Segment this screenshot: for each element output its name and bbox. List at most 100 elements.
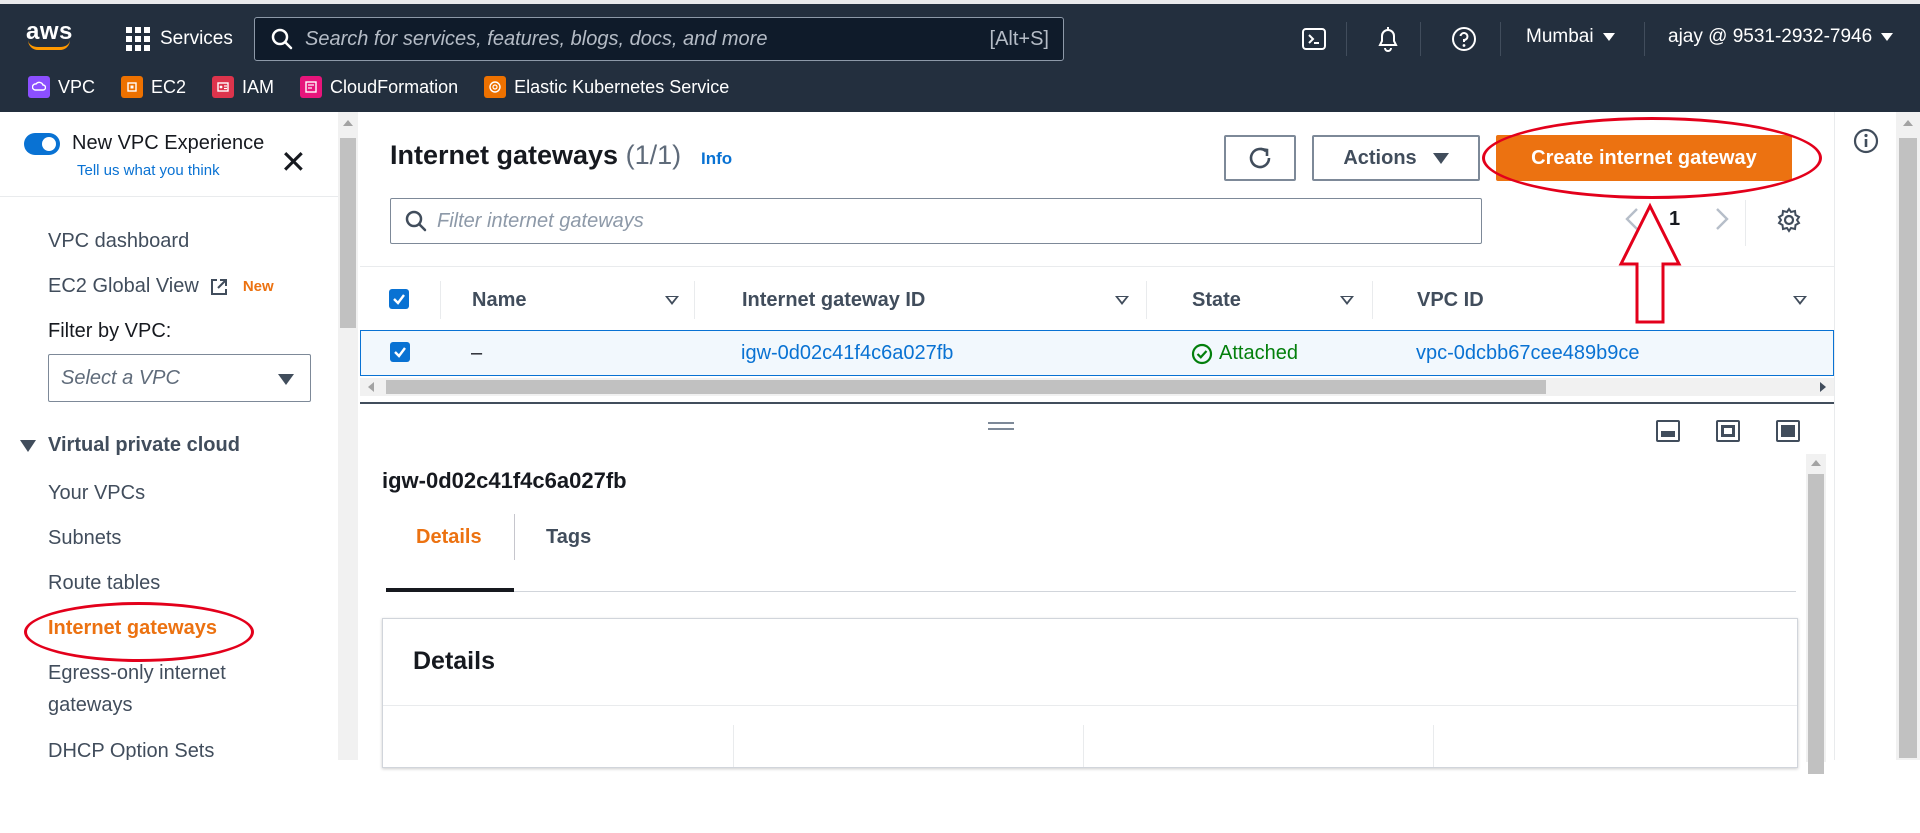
cell-state: Attached	[1191, 342, 1298, 365]
scrollbar-thumb[interactable]	[340, 138, 356, 328]
help-icon[interactable]	[1446, 22, 1482, 56]
chevron-down-icon	[278, 374, 294, 385]
iam-service-icon	[212, 76, 235, 98]
vpc-filter-placeholder: Select a VPC	[61, 366, 180, 389]
account-label: ajay @ 9531-2932-7946	[1668, 26, 1873, 47]
tab-list-border	[386, 591, 1796, 592]
refresh-button[interactable]	[1224, 135, 1296, 181]
refresh-icon	[1249, 147, 1271, 169]
column-header-vpc-id[interactable]: VPC ID	[1417, 289, 1484, 312]
sidebar-item-internet-gateways[interactable]: Internet gateways	[48, 617, 217, 640]
favorite-label: IAM	[242, 76, 275, 97]
close-icon[interactable]: ✕	[280, 146, 307, 178]
info-link[interactable]: Info	[701, 149, 732, 169]
page-title: Internet gateways (1/1)	[390, 140, 681, 171]
caret-down-icon	[20, 439, 36, 452]
scroll-up-arrow-icon[interactable]	[1903, 120, 1913, 126]
grid-icon	[126, 27, 150, 51]
chevron-down-icon	[1602, 33, 1615, 41]
sidebar-item-egress-only-internet-gateways[interactable]: Egress-only internet gateways	[48, 662, 226, 717]
filter-placeholder: Filter internet gateways	[437, 209, 644, 232]
favorite-iam[interactable]: IAM	[212, 76, 274, 98]
search-placeholder: Search for services, features, blogs, do…	[305, 27, 768, 50]
detail-title: igw-0d02c41f4c6a027fb	[382, 468, 627, 493]
scrollbar-thumb[interactable]	[1808, 474, 1824, 774]
cloudshell-icon[interactable]	[1296, 22, 1332, 56]
details-container: Details	[382, 618, 1798, 768]
actions-dropdown-button[interactable]: Actions	[1312, 135, 1480, 181]
resize-handle-icon[interactable]	[988, 422, 1014, 430]
favorite-label: VPC	[58, 76, 96, 97]
new-vpc-experience-toggle[interactable]	[24, 133, 60, 155]
sidebar-item-ec2-global-view[interactable]: EC2 Global View New	[48, 275, 274, 298]
favorite-label: CloudFormation	[330, 76, 459, 97]
sidebar-item-subnets[interactable]: Subnets	[48, 527, 121, 550]
search-shortcut: [Alt+S]	[989, 27, 1049, 50]
sidebar-item-your-vpcs[interactable]: Your VPCs	[48, 482, 145, 505]
row-checkbox[interactable]	[390, 342, 410, 362]
divider	[1433, 725, 1434, 767]
divider	[0, 196, 338, 197]
column-header-internet-gateway-id[interactable]: Internet gateway ID	[742, 289, 925, 312]
active-tab-indicator	[386, 588, 514, 592]
sidebar-item-route-tables[interactable]: Route tables	[48, 572, 160, 595]
new-vpc-experience-label: New VPC Experience	[72, 132, 265, 154]
favorite-vpc[interactable]: VPC	[28, 76, 95, 98]
sidebar-item-vpc-dashboard[interactable]: VPC dashboard	[48, 230, 189, 253]
section-virtual-private-cloud[interactable]: Virtual private cloud	[20, 434, 240, 457]
account-menu[interactable]: ajay @ 9531-2932-7946	[1668, 26, 1894, 48]
global-search-input[interactable]: Search for services, features, blogs, do…	[254, 17, 1064, 61]
sort-icon[interactable]	[1793, 296, 1807, 305]
divider	[383, 705, 1797, 706]
search-icon	[271, 28, 293, 50]
split-panel: igw-0d02c41f4c6a027fb Details Tags Detai…	[360, 402, 1834, 774]
scroll-up-arrow-icon[interactable]	[343, 120, 353, 126]
page-title-text: Internet gateways	[390, 140, 619, 170]
favorite-cloudformation[interactable]: CloudFormation	[300, 76, 458, 98]
cell-vpc-id-link[interactable]: vpc-0dcbb67cee489b9ce	[1416, 342, 1640, 365]
tab-tags[interactable]: Tags	[546, 526, 591, 549]
sidebar-item-label: Egress-only internet	[48, 662, 226, 684]
select-all-checkbox[interactable]	[389, 289, 409, 309]
sidebar-scrollbar[interactable]	[338, 112, 358, 760]
sidebar-item-dhcp-option-sets[interactable]: DHCP Option Sets	[48, 740, 214, 760]
cell-internet-gateway-id-link[interactable]: igw-0d02c41f4c6a027fb	[741, 342, 953, 365]
scrollbar-thumb[interactable]	[386, 380, 1546, 394]
detail-vertical-scrollbar[interactable]	[1806, 454, 1826, 774]
scrollbar-thumb[interactable]	[1899, 138, 1917, 758]
sort-icon[interactable]	[1340, 296, 1354, 305]
favorite-ec2[interactable]: EC2	[121, 76, 186, 98]
top-navigation-bar: aws Services Search for services, featur…	[0, 0, 1920, 112]
preferences-gear-icon[interactable]	[1776, 207, 1802, 239]
sidebar-item-label: gateways	[48, 694, 133, 716]
create-internet-gateway-button[interactable]: Create internet gateway	[1496, 135, 1792, 181]
split-panel-full-icon[interactable]	[1776, 420, 1800, 442]
filter-by-vpc-label: Filter by VPC:	[48, 320, 172, 342]
table-horizontal-scrollbar[interactable]	[360, 378, 1834, 396]
notifications-bell-icon[interactable]	[1370, 22, 1406, 56]
split-panel-side-icon[interactable]	[1716, 420, 1740, 442]
feedback-link[interactable]: Tell us what you think	[77, 162, 220, 179]
divider	[1083, 725, 1084, 767]
ec2-service-icon	[121, 76, 144, 98]
column-header-state[interactable]: State	[1192, 289, 1241, 312]
split-panel-bottom-icon[interactable]	[1656, 420, 1680, 442]
table-row[interactable]: – igw-0d02c41f4c6a027fb Attached vpc-0dc…	[360, 330, 1834, 376]
vpc-filter-select[interactable]: Select a VPC	[48, 354, 311, 402]
page-vertical-scrollbar[interactable]	[1896, 112, 1920, 760]
tab-details[interactable]: Details	[416, 526, 482, 549]
favorite-eks[interactable]: Elastic Kubernetes Service	[484, 76, 729, 98]
section-label: Virtual private cloud	[48, 434, 240, 456]
region-selector[interactable]: Mumbai	[1526, 26, 1615, 48]
info-icon[interactable]	[1853, 128, 1879, 154]
scroll-left-arrow-icon[interactable]	[368, 382, 374, 392]
next-page-icon[interactable]	[1714, 206, 1730, 238]
sort-icon[interactable]	[1115, 296, 1129, 305]
services-menu-button[interactable]: Services	[126, 24, 233, 54]
filter-input[interactable]: Filter internet gateways	[390, 198, 1482, 244]
scroll-up-arrow-icon[interactable]	[1811, 460, 1821, 466]
cloudformation-service-icon	[300, 76, 323, 98]
sort-icon[interactable]	[665, 296, 679, 305]
scroll-right-arrow-icon[interactable]	[1820, 382, 1826, 392]
column-header-name[interactable]: Name	[472, 289, 526, 312]
